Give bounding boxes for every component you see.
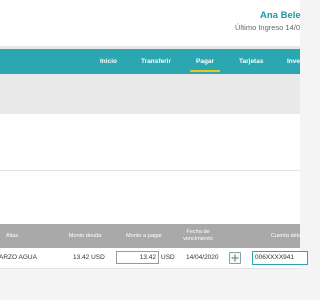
row-monto-deuda: 13.42 USD: [73, 254, 105, 261]
nav-item-inversiones[interactable]: Inve: [287, 49, 300, 74]
main-nav: Inicio Transferir Pagar Tarjetas Inve: [0, 49, 300, 74]
column-header-cuenta-debito: Cuenta débi: [270, 232, 302, 239]
nav-item-pagar[interactable]: Pagar: [189, 49, 221, 74]
nav-item-transferir[interactable]: Transferir: [141, 49, 171, 74]
monto-pagar-input[interactable]: [116, 251, 159, 264]
cuenta-debito-select[interactable]: 006XXXX941: [252, 251, 308, 265]
user-name: Ana Bele: [260, 10, 301, 21]
column-header-monto-deuda: Monto deuda: [68, 232, 102, 239]
table-row: ARZO AGUA 13.42 USD USD 14/04/2020 006XX…: [0, 248, 308, 269]
add-button[interactable]: [229, 252, 241, 264]
row-alias: ARZO AGUA: [0, 254, 37, 261]
payments-table-header: Alias Monto deuda Monto a pagar Fecha de…: [0, 224, 301, 248]
column-header-fecha-line1: Fecha de: [186, 229, 210, 235]
column-header-fecha-vencimiento: Fecha de vencimiento: [176, 224, 220, 248]
page-header: Ana Bele Último Ingreso 14/0: [0, 0, 301, 50]
plus-icon: [231, 254, 239, 262]
content-panel: [0, 114, 300, 224]
last-login-text: Último Ingreso 14/0: [235, 23, 301, 32]
content-banner: [0, 74, 300, 114]
column-header-fecha-line2: vencimiento: [183, 236, 213, 242]
row-monto-pagar-currency: USD: [161, 254, 175, 261]
column-header-monto-pagar: Monto a pagar: [125, 232, 163, 239]
nav-item-tarjetas[interactable]: Tarjetas: [239, 49, 263, 74]
row-fecha-vencimiento: 14/04/2020: [186, 254, 219, 261]
nav-item-inicio[interactable]: Inicio: [100, 49, 117, 74]
column-header-alias: Alias: [5, 232, 19, 239]
content-divider: [0, 170, 300, 171]
